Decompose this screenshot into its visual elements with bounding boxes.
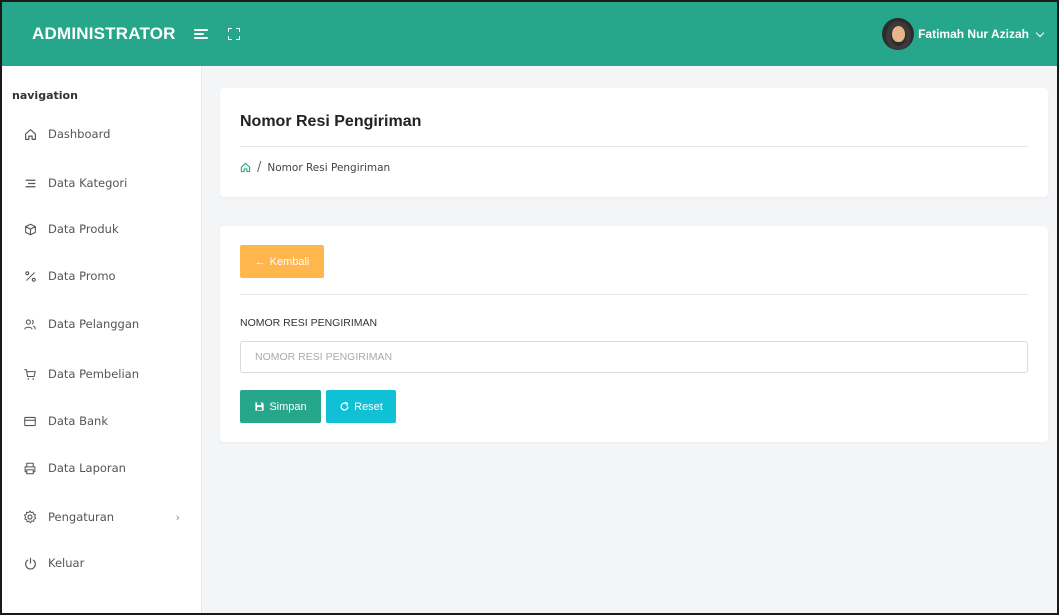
resi-field-label: NOMOR RESI PENGIRIMAN — [240, 317, 378, 329]
sidebar-item-data-pelanggan[interactable]: Data Pelanggan — [22, 312, 192, 336]
nav-heading: navigation — [12, 89, 78, 102]
user-name: Fatimah Nur Azizah — [918, 27, 1029, 41]
save-button[interactable]: Simpan — [240, 390, 321, 423]
breadcrumb: / Nomor Resi Pengiriman — [240, 160, 390, 175]
sidebar-item-label: Data Bank — [48, 414, 108, 428]
sidebar-item-data-produk[interactable]: Data Produk — [22, 217, 192, 241]
box-icon — [22, 221, 38, 237]
avatar — [882, 18, 915, 50]
divider — [240, 146, 1028, 147]
back-label: Kembali — [269, 255, 310, 268]
save-label: Simpan — [269, 400, 307, 413]
breadcrumb-separator: / — [257, 160, 262, 175]
fullscreen-icon[interactable] — [227, 28, 240, 40]
credit-card-icon — [22, 413, 38, 429]
percent-icon — [22, 268, 38, 284]
page-header-card: Nomor Resi Pengiriman / Nomor Resi Pengi… — [220, 88, 1048, 197]
top-bar: ADMINISTRATOR Fatimah Nur Azizah — [2, 2, 1057, 66]
sidebar-item-label: Data Kategori — [48, 176, 128, 190]
app-frame: ADMINISTRATOR Fatimah Nur Azizah navigat… — [0, 0, 1059, 615]
divider — [240, 294, 1028, 295]
breadcrumb-current: Nomor Resi Pengiriman — [267, 161, 391, 174]
sidebar-item-label: Data Pelanggan — [48, 317, 140, 331]
sidebar-item-label: Dashboard — [48, 127, 111, 141]
page-title: Nomor Resi Pengiriman — [240, 113, 422, 130]
sidebar-item-label: Pengaturan — [48, 510, 115, 524]
home-icon — [22, 126, 38, 142]
sidebar-item-label: Data Produk — [48, 222, 119, 236]
user-menu[interactable]: Fatimah Nur Azizah — [882, 18, 1045, 50]
list-icon — [22, 175, 38, 191]
arrow-left-icon: ← — [254, 255, 266, 268]
sidebar: navigation Dashboard Data Kategori Data … — [2, 66, 202, 613]
sidebar-item-label: Data Laporan — [48, 461, 126, 475]
sidebar-item-keluar[interactable]: Keluar — [22, 551, 192, 575]
sidebar-item-dashboard[interactable]: Dashboard — [22, 122, 192, 146]
sidebar-item-data-pembelian[interactable]: Data Pembelian — [22, 362, 192, 386]
users-icon — [22, 316, 38, 332]
sidebar-item-data-bank[interactable]: Data Bank — [22, 409, 192, 433]
menu-toggle-icon[interactable] — [193, 28, 208, 40]
sidebar-item-data-promo[interactable]: Data Promo — [22, 264, 192, 288]
resi-input[interactable] — [240, 341, 1028, 373]
reset-button[interactable]: Reset — [326, 390, 396, 423]
sidebar-item-data-laporan[interactable]: Data Laporan — [22, 456, 192, 480]
cart-icon — [22, 366, 38, 382]
power-icon — [22, 555, 38, 571]
sidebar-item-label: Data Pembelian — [48, 367, 140, 381]
refresh-icon — [339, 401, 350, 412]
form-card: ← Kembali NOMOR RESI PENGIRIMAN Simpan R… — [220, 226, 1048, 442]
reset-label: Reset — [354, 400, 383, 413]
home-icon[interactable] — [240, 162, 251, 173]
chevron-down-icon — [1035, 28, 1045, 37]
brand-title: ADMINISTRATOR — [32, 24, 176, 43]
sidebar-item-label: Data Promo — [48, 269, 116, 283]
sidebar-item-pengaturan[interactable]: Pengaturan › — [22, 505, 192, 529]
sidebar-item-label: Keluar — [48, 556, 85, 570]
sidebar-item-data-kategori[interactable]: Data Kategori — [22, 171, 192, 195]
printer-icon — [22, 460, 38, 476]
chevron-right-icon: › — [175, 510, 180, 524]
back-button[interactable]: ← Kembali — [240, 245, 324, 278]
save-icon — [254, 401, 265, 412]
gear-icon — [22, 509, 38, 525]
